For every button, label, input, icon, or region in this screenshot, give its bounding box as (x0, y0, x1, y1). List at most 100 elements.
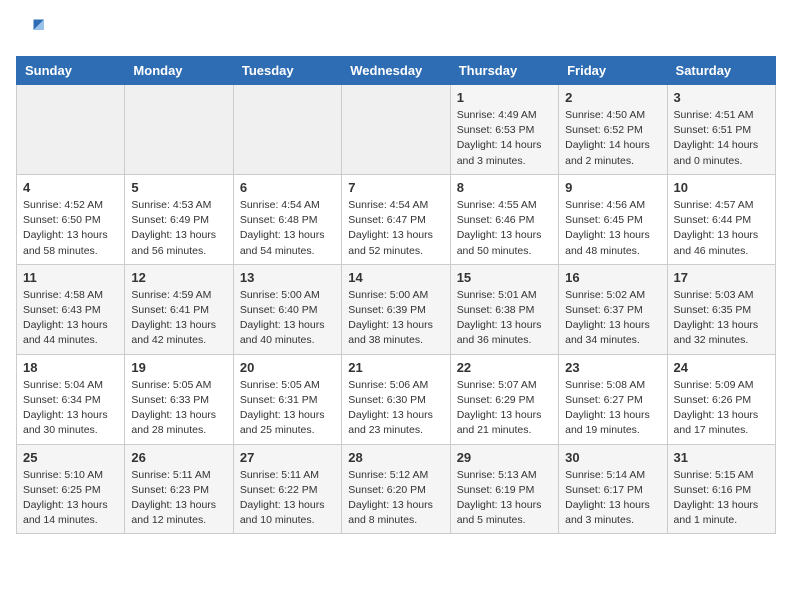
calendar-cell: 17 Sunrise: 5:03 AM Sunset: 6:35 PM Dayli… (667, 264, 775, 354)
calendar-week-row: 18 Sunrise: 5:04 AM Sunset: 6:34 PM Dayli… (17, 354, 776, 444)
calendar-cell: 9 Sunrise: 4:56 AM Sunset: 6:45 PM Daylig… (559, 174, 667, 264)
day-info: Sunrise: 4:59 AM Sunset: 6:41 PM Dayligh… (131, 288, 226, 349)
day-number: 15 (457, 270, 552, 285)
day-info: Sunrise: 5:12 AM Sunset: 6:20 PM Dayligh… (348, 468, 443, 529)
calendar-cell: 11 Sunrise: 4:58 AM Sunset: 6:43 PM Dayli… (17, 264, 125, 354)
day-info: Sunrise: 4:52 AM Sunset: 6:50 PM Dayligh… (23, 198, 118, 259)
calendar-cell: 30 Sunrise: 5:14 AM Sunset: 6:17 PM Dayli… (559, 444, 667, 534)
day-info: Sunrise: 4:57 AM Sunset: 6:44 PM Dayligh… (674, 198, 769, 259)
calendar-cell: 31 Sunrise: 5:15 AM Sunset: 6:16 PM Dayli… (667, 444, 775, 534)
page-header (16, 16, 776, 44)
calendar-cell (17, 85, 125, 175)
calendar-cell: 27 Sunrise: 5:11 AM Sunset: 6:22 PM Dayli… (233, 444, 341, 534)
day-info: Sunrise: 5:03 AM Sunset: 6:35 PM Dayligh… (674, 288, 769, 349)
day-number: 18 (23, 360, 118, 375)
weekday-header: Wednesday (342, 57, 450, 85)
calendar-header-row: SundayMondayTuesdayWednesdayThursdayFrid… (17, 57, 776, 85)
day-number: 22 (457, 360, 552, 375)
day-number: 25 (23, 450, 118, 465)
calendar-cell: 18 Sunrise: 5:04 AM Sunset: 6:34 PM Dayli… (17, 354, 125, 444)
day-number: 11 (23, 270, 118, 285)
calendar-cell: 16 Sunrise: 5:02 AM Sunset: 6:37 PM Dayli… (559, 264, 667, 354)
calendar-cell: 7 Sunrise: 4:54 AM Sunset: 6:47 PM Daylig… (342, 174, 450, 264)
day-number: 17 (674, 270, 769, 285)
logo (16, 16, 48, 44)
day-info: Sunrise: 4:51 AM Sunset: 6:51 PM Dayligh… (674, 108, 769, 169)
day-info: Sunrise: 5:02 AM Sunset: 6:37 PM Dayligh… (565, 288, 660, 349)
day-info: Sunrise: 4:58 AM Sunset: 6:43 PM Dayligh… (23, 288, 118, 349)
day-info: Sunrise: 5:11 AM Sunset: 6:22 PM Dayligh… (240, 468, 335, 529)
day-number: 28 (348, 450, 443, 465)
day-info: Sunrise: 4:50 AM Sunset: 6:52 PM Dayligh… (565, 108, 660, 169)
calendar-cell: 1 Sunrise: 4:49 AM Sunset: 6:53 PM Daylig… (450, 85, 558, 175)
calendar-cell: 23 Sunrise: 5:08 AM Sunset: 6:27 PM Dayli… (559, 354, 667, 444)
calendar-cell: 26Sunrise: 5:11 AM Sunset: 6:23 PM Dayli… (125, 444, 233, 534)
day-info: Sunrise: 5:05 AM Sunset: 6:33 PM Dayligh… (131, 378, 226, 439)
calendar-cell: 21Sunrise: 5:06 AM Sunset: 6:30 PM Dayli… (342, 354, 450, 444)
calendar-cell: 13Sunrise: 5:00 AM Sunset: 6:40 PM Dayli… (233, 264, 341, 354)
day-number: 6 (240, 180, 335, 195)
calendar-cell: 25 Sunrise: 5:10 AM Sunset: 6:25 PM Dayli… (17, 444, 125, 534)
day-number: 4 (23, 180, 118, 195)
weekday-header: Thursday (450, 57, 558, 85)
day-number: 30 (565, 450, 660, 465)
day-info: Sunrise: 5:08 AM Sunset: 6:27 PM Dayligh… (565, 378, 660, 439)
day-number: 10 (674, 180, 769, 195)
day-info: Sunrise: 5:07 AM Sunset: 6:29 PM Dayligh… (457, 378, 552, 439)
day-info: Sunrise: 5:04 AM Sunset: 6:34 PM Dayligh… (23, 378, 118, 439)
logo-icon (16, 16, 44, 44)
day-number: 21 (348, 360, 443, 375)
calendar-cell: 28 Sunrise: 5:12 AM Sunset: 6:20 PM Dayli… (342, 444, 450, 534)
weekday-header: Monday (125, 57, 233, 85)
day-info: Sunrise: 4:54 AM Sunset: 6:48 PM Dayligh… (240, 198, 335, 259)
day-number: 13 (240, 270, 335, 285)
day-number: 23 (565, 360, 660, 375)
day-number: 14 (348, 270, 443, 285)
day-number: 9 (565, 180, 660, 195)
day-number: 24 (674, 360, 769, 375)
calendar-week-row: 4 Sunrise: 4:52 AM Sunset: 6:50 PM Daylig… (17, 174, 776, 264)
calendar-cell: 6 Sunrise: 4:54 AM Sunset: 6:48 PM Daylig… (233, 174, 341, 264)
calendar-week-row: 25 Sunrise: 5:10 AM Sunset: 6:25 PM Dayli… (17, 444, 776, 534)
day-info: Sunrise: 5:01 AM Sunset: 6:38 PM Dayligh… (457, 288, 552, 349)
day-info: Sunrise: 4:49 AM Sunset: 6:53 PM Dayligh… (457, 108, 552, 169)
day-info: Sunrise: 5:05 AM Sunset: 6:31 PM Dayligh… (240, 378, 335, 439)
day-info: Sunrise: 5:15 AM Sunset: 6:16 PM Dayligh… (674, 468, 769, 529)
day-number: 26 (131, 450, 226, 465)
weekday-header: Friday (559, 57, 667, 85)
day-number: 5 (131, 180, 226, 195)
calendar-cell: 22 Sunrise: 5:07 AM Sunset: 6:29 PM Dayli… (450, 354, 558, 444)
calendar-cell (342, 85, 450, 175)
calendar-week-row: 11 Sunrise: 4:58 AM Sunset: 6:43 PM Dayli… (17, 264, 776, 354)
calendar-cell: 2 Sunrise: 4:50 AM Sunset: 6:52 PM Daylig… (559, 85, 667, 175)
day-info: Sunrise: 5:10 AM Sunset: 6:25 PM Dayligh… (23, 468, 118, 529)
calendar-cell: 10 Sunrise: 4:57 AM Sunset: 6:44 PM Dayli… (667, 174, 775, 264)
calendar-cell (233, 85, 341, 175)
day-number: 7 (348, 180, 443, 195)
calendar-cell: 12Sunrise: 4:59 AM Sunset: 6:41 PM Dayli… (125, 264, 233, 354)
day-info: Sunrise: 4:54 AM Sunset: 6:47 PM Dayligh… (348, 198, 443, 259)
day-number: 3 (674, 90, 769, 105)
day-number: 29 (457, 450, 552, 465)
calendar-cell: 14 Sunrise: 5:00 AM Sunset: 6:39 PM Dayli… (342, 264, 450, 354)
day-number: 16 (565, 270, 660, 285)
day-info: Sunrise: 4:53 AM Sunset: 6:49 PM Dayligh… (131, 198, 226, 259)
day-number: 31 (674, 450, 769, 465)
day-number: 1 (457, 90, 552, 105)
day-info: Sunrise: 5:14 AM Sunset: 6:17 PM Dayligh… (565, 468, 660, 529)
calendar-cell: 24 Sunrise: 5:09 AM Sunset: 6:26 PM Dayli… (667, 354, 775, 444)
day-number: 8 (457, 180, 552, 195)
calendar-cell: 20 Sunrise: 5:05 AM Sunset: 6:31 PM Dayli… (233, 354, 341, 444)
calendar-table: SundayMondayTuesdayWednesdayThursdayFrid… (16, 56, 776, 534)
day-info: Sunrise: 5:09 AM Sunset: 6:26 PM Dayligh… (674, 378, 769, 439)
weekday-header: Sunday (17, 57, 125, 85)
day-number: 27 (240, 450, 335, 465)
day-number: 20 (240, 360, 335, 375)
calendar-cell: 15 Sunrise: 5:01 AM Sunset: 6:38 PM Dayli… (450, 264, 558, 354)
calendar-cell: 4 Sunrise: 4:52 AM Sunset: 6:50 PM Daylig… (17, 174, 125, 264)
day-info: Sunrise: 5:00 AM Sunset: 6:39 PM Dayligh… (348, 288, 443, 349)
calendar-cell: 19Sunrise: 5:05 AM Sunset: 6:33 PM Dayli… (125, 354, 233, 444)
day-info: Sunrise: 4:56 AM Sunset: 6:45 PM Dayligh… (565, 198, 660, 259)
weekday-header: Saturday (667, 57, 775, 85)
day-number: 2 (565, 90, 660, 105)
